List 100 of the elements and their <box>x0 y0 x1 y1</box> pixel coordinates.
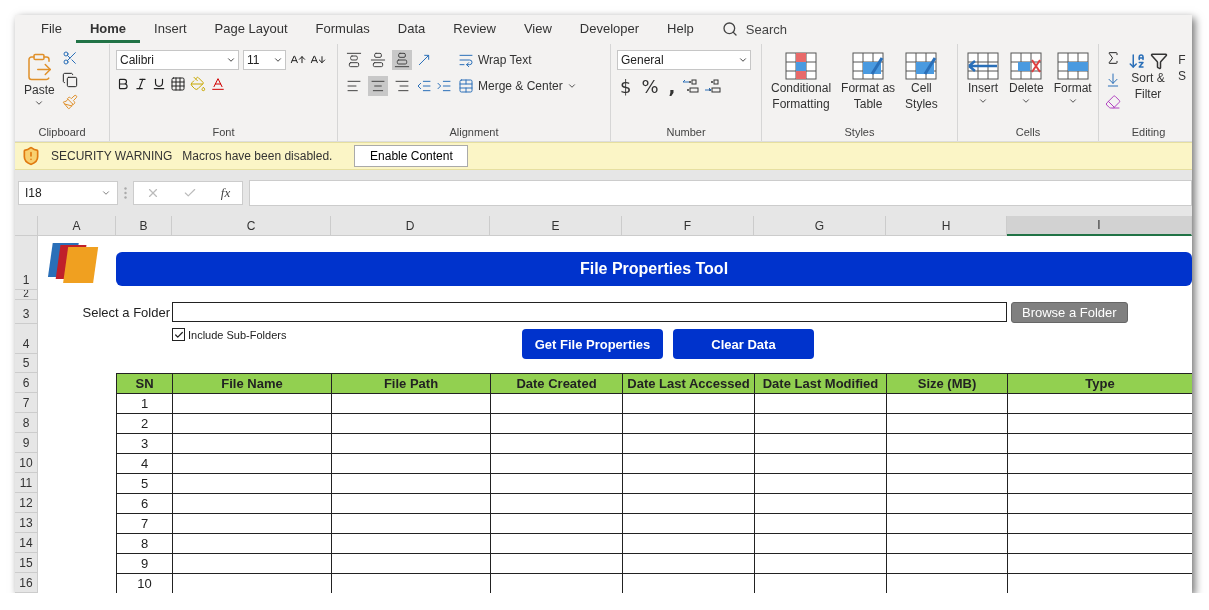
increase-decimal-icon[interactable] <box>682 77 701 96</box>
filter-icon <box>1150 51 1168 70</box>
styles-button[interactable]: Format as Table <box>838 49 899 114</box>
column-header[interactable]: B <box>116 216 172 236</box>
row-header[interactable]: 9 <box>15 433 38 453</box>
security-warning-message: Macros have been disabled. <box>182 149 333 164</box>
checkbox-label: Include Sub-Folders <box>188 328 287 341</box>
row-header[interactable]: 16 <box>15 573 38 593</box>
row-header[interactable]: 14 <box>15 533 38 553</box>
insert-cells-icon <box>967 51 999 80</box>
ribbon-tab[interactable]: Formulas <box>301 15 384 43</box>
row-header[interactable]: 11 <box>15 473 38 493</box>
row-header[interactable]: 15 <box>15 553 38 573</box>
align-bottom-icon[interactable] <box>392 49 412 70</box>
conditional-formatting-icon <box>785 51 817 80</box>
group-label: Clipboard <box>37 126 87 141</box>
fill-icon[interactable] <box>1105 71 1121 88</box>
row-header[interactable]: 13 <box>15 513 38 533</box>
delete-cells-icon <box>1010 51 1043 80</box>
action-button[interactable]: Get File Properties <box>522 329 663 359</box>
align-center-icon[interactable] <box>368 75 388 96</box>
column-header[interactable]: H <box>886 216 1007 236</box>
autosum-icon[interactable] <box>1105 49 1121 66</box>
find-select-button[interactable]: F S <box>1175 49 1189 86</box>
row-header[interactable]: 5 <box>15 354 38 373</box>
table-header: File Path <box>331 373 491 394</box>
row-header[interactable]: 2 <box>15 290 38 300</box>
group-label: Alignment <box>448 126 500 141</box>
underline-icon[interactable] <box>152 76 166 91</box>
cells-button[interactable]: Format <box>1050 49 1095 108</box>
font-size-dropdown[interactable]: 11 <box>243 49 286 70</box>
group-label: Font <box>211 126 236 141</box>
copy-icon[interactable] <box>61 71 78 88</box>
styles-button[interactable]: Conditional Formatting <box>768 49 835 114</box>
folder-input[interactable] <box>172 302 1007 322</box>
ribbon-tab[interactable]: Developer <box>565 15 654 43</box>
column-header[interactable]: A <box>38 216 116 236</box>
column-header[interactable]: E <box>490 216 622 236</box>
ribbon-tab[interactable]: Help <box>653 15 708 43</box>
ribbon-tab[interactable]: View <box>509 15 566 43</box>
borders-icon[interactable] <box>170 75 186 92</box>
cut-icon[interactable] <box>61 49 78 66</box>
cells-button[interactable]: Delete <box>1006 49 1047 108</box>
cells-button[interactable]: Insert <box>964 49 1002 108</box>
fill-color-icon[interactable] <box>190 75 206 92</box>
row-header[interactable]: 4 <box>15 324 38 354</box>
paste-button[interactable]: Paste <box>21 49 58 110</box>
number-format-dropdown[interactable]: General <box>617 49 751 70</box>
row-header[interactable]: 12 <box>15 493 38 513</box>
currency-button[interactable]: $ <box>617 75 635 97</box>
enable-content-button[interactable]: Enable Content <box>354 145 469 168</box>
checkbox[interactable] <box>172 328 185 341</box>
sort-filter-button[interactable]: Sort & Filter <box>1125 49 1171 104</box>
row-header[interactable]: 6 <box>15 373 38 393</box>
action-button[interactable]: Clear Data <box>673 329 814 359</box>
column-header[interactable]: G <box>754 216 886 236</box>
column-header[interactable]: I <box>1007 216 1192 236</box>
ribbon-tab[interactable]: Page Layout <box>200 15 302 43</box>
merge-center-button[interactable]: Merge & Center <box>456 75 579 96</box>
format-cells-icon <box>1056 51 1089 80</box>
warning-shield-icon <box>21 146 41 167</box>
cell-styles-icon <box>905 51 938 80</box>
insert-function-button[interactable]: fx <box>220 185 231 202</box>
ribbon-tab[interactable]: Data <box>383 15 440 43</box>
eraser-icon[interactable] <box>1105 93 1121 110</box>
row-header[interactable]: 8 <box>15 413 38 433</box>
search-field[interactable]: Search <box>745 21 788 37</box>
sort-icon <box>1128 51 1146 70</box>
font-color-icon[interactable] <box>210 75 226 92</box>
wrap-text-button[interactable]: Wrap Text <box>456 49 579 70</box>
italic-icon[interactable] <box>134 76 148 91</box>
search-icon[interactable] <box>721 21 738 38</box>
column-header[interactable]: C <box>172 216 331 236</box>
table-header: Type <box>1007 373 1192 394</box>
row-header[interactable]: 1 <box>15 236 38 290</box>
formula-input[interactable] <box>249 180 1192 207</box>
ribbon-tab[interactable]: File <box>27 15 76 43</box>
comma-style-button[interactable]: , <box>665 75 679 97</box>
row-header[interactable]: 3 <box>15 300 38 324</box>
styles-button[interactable]: Cell Styles <box>902 49 941 114</box>
group-label: Editing <box>1130 126 1167 141</box>
table-header: File Name <box>172 373 332 394</box>
font-name-dropdown[interactable]: Calibri <box>116 49 239 70</box>
ribbon-tab[interactable]: Review <box>439 15 510 43</box>
percent-button[interactable]: % <box>638 75 662 97</box>
more-icon <box>124 187 127 200</box>
ribbon-tab[interactable]: Insert <box>140 15 201 43</box>
name-box[interactable]: I18 <box>18 181 118 206</box>
security-warning-title: SECURITY WARNING <box>51 149 173 164</box>
column-header[interactable]: F <box>622 216 754 236</box>
merge-cells-icon <box>458 77 474 94</box>
row-header[interactable]: 7 <box>15 393 38 413</box>
decrease-decimal-icon[interactable] <box>704 77 723 96</box>
browse-folder-button[interactable]: Browse a Folder <box>1011 301 1128 323</box>
title-banner: File Properties Tool <box>116 252 1192 286</box>
row-header[interactable]: 10 <box>15 453 38 473</box>
checkmark-icon <box>173 329 184 340</box>
bold-icon[interactable] <box>116 76 130 91</box>
table-header: Size (MB) <box>886 373 1008 394</box>
column-header[interactable]: D <box>331 216 490 236</box>
